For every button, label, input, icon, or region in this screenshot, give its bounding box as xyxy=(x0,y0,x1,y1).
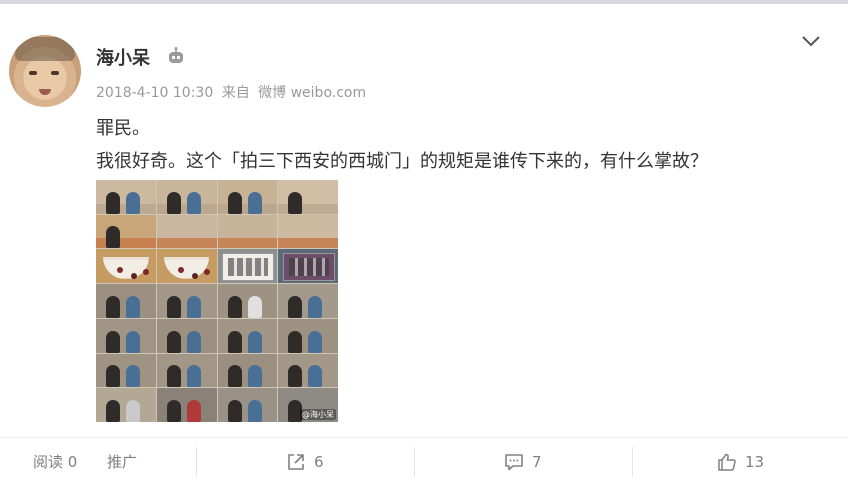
post-meta: 2018-4-10 10:30 来自 微博 weibo.com xyxy=(96,82,370,102)
image-tile xyxy=(96,318,156,353)
action-bar: 阅读 0 推广 6 7 13 xyxy=(0,434,848,489)
promote-button[interactable]: 推广 xyxy=(107,434,137,489)
avatar-hair xyxy=(15,37,75,61)
like-button[interactable]: 13 xyxy=(717,434,764,489)
avatar-mouth xyxy=(39,89,51,95)
post-text: 罪民。 我很好奇。这个「拍三下西安的西城门」的规矩是谁传下来的，有什么掌故？ xyxy=(96,112,708,178)
post-line: 罪民。 xyxy=(96,118,150,139)
post-source[interactable]: 微博 weibo.com xyxy=(258,85,366,101)
image-tile xyxy=(278,284,338,318)
source-prefix: 来自 xyxy=(221,85,250,101)
image-tile xyxy=(217,249,278,284)
comment-count: 7 xyxy=(532,452,542,471)
read-count-value: 0 xyxy=(67,452,78,471)
image-tile xyxy=(217,353,278,388)
action-separator xyxy=(196,447,197,477)
image-tile xyxy=(217,388,278,422)
image-tile xyxy=(278,180,338,214)
image-tile xyxy=(156,353,217,388)
image-tile xyxy=(96,180,156,214)
image-tile xyxy=(217,284,278,318)
image-tile xyxy=(96,249,156,284)
post-line: 我很好奇。这个「拍三下西安的西城门」的规矩是谁传下来的，有什么掌故？ xyxy=(96,151,708,172)
comment-icon xyxy=(505,453,523,470)
image-tile xyxy=(278,214,338,249)
weibo-post-card: 海小呆 2018-4-10 10:30 来自 微博 weibo.com 罪民。 … xyxy=(0,4,848,489)
comment-button[interactable]: 7 xyxy=(504,434,542,489)
share-button[interactable]: 6 xyxy=(286,434,324,489)
image-tile xyxy=(156,249,217,284)
read-count: 阅读 0 xyxy=(33,434,77,489)
like-icon xyxy=(718,453,736,471)
action-separator xyxy=(632,447,633,477)
share-icon xyxy=(288,453,304,470)
image-tile xyxy=(156,318,217,353)
username[interactable]: 海小呆 xyxy=(96,44,150,70)
image-tile xyxy=(217,214,278,249)
read-label: 阅读 xyxy=(33,453,64,471)
avatar-eye-left xyxy=(29,71,37,75)
image-tile xyxy=(278,353,338,388)
chevron-down-icon[interactable] xyxy=(801,34,821,48)
post-image[interactable]: @海小呆 xyxy=(96,180,338,422)
robot-icon[interactable] xyxy=(166,47,186,65)
like-count: 13 xyxy=(745,452,765,471)
avatar[interactable] xyxy=(9,35,81,107)
image-tile xyxy=(156,180,217,214)
avatar-eye-right xyxy=(51,71,59,75)
image-watermark: @海小呆 xyxy=(300,409,336,420)
image-tile xyxy=(156,388,217,422)
post-timestamp[interactable]: 2018-4-10 10:30 xyxy=(96,85,213,101)
image-tile xyxy=(96,388,156,422)
image-tile xyxy=(278,318,338,353)
image-tile xyxy=(96,214,156,249)
action-separator xyxy=(414,447,415,477)
image-tile xyxy=(96,353,156,388)
image-tile: @海小呆 xyxy=(278,388,338,422)
image-tile xyxy=(278,249,338,284)
image-tile xyxy=(156,214,217,249)
image-tile xyxy=(217,180,278,214)
image-tile xyxy=(156,284,217,318)
image-tile xyxy=(217,318,278,353)
share-count: 6 xyxy=(314,452,324,471)
image-tile xyxy=(96,284,156,318)
